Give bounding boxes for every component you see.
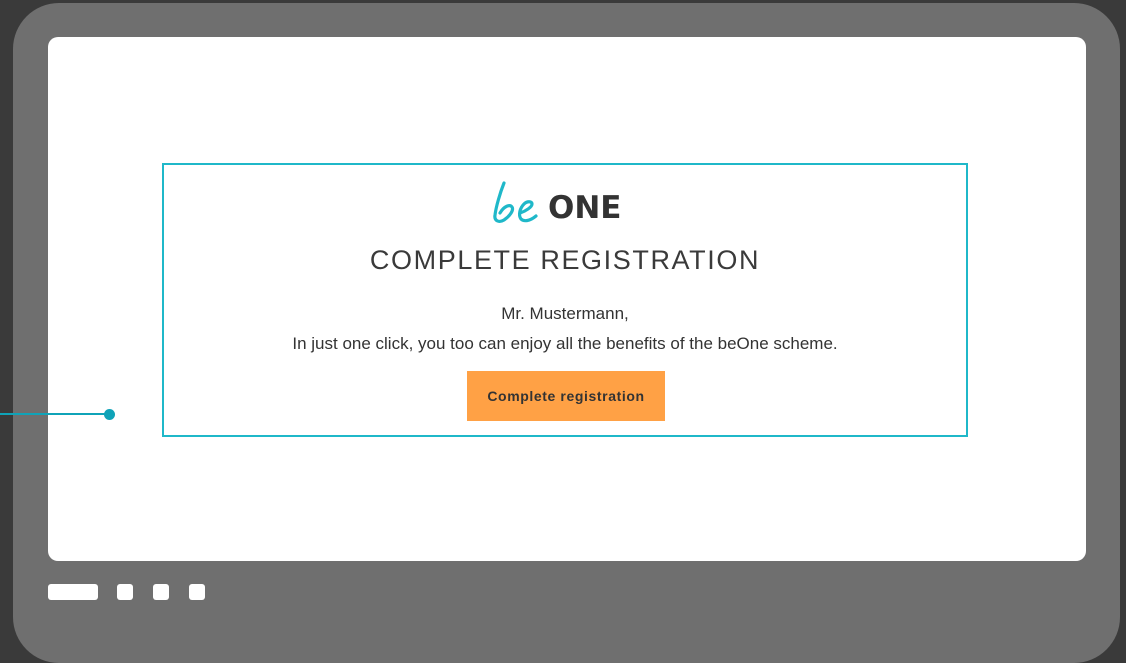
square-icon[interactable] — [189, 584, 205, 600]
complete-registration-button[interactable]: Complete registration — [467, 371, 665, 421]
screen: ONE COMPLETE REGISTRATION Mr. Mustermann… — [48, 37, 1086, 561]
callout-dot — [104, 409, 115, 420]
email-title: COMPLETE REGISTRATION — [369, 245, 761, 275]
square-icon[interactable] — [153, 584, 169, 600]
logo-wordmark: ONE — [548, 190, 621, 226]
email-card: ONE COMPLETE REGISTRATION Mr. Mustermann… — [162, 163, 968, 437]
beone-logo: ONE — [164, 179, 966, 229]
home-pill-icon[interactable] — [48, 584, 98, 600]
square-icon[interactable] — [117, 584, 133, 600]
email-body-text: In just one click, you too can enjoy all… — [292, 334, 838, 353]
salutation-text: Mr. Mustermann, — [501, 304, 629, 323]
beone-logo-icon: ONE — [493, 181, 621, 226]
callout-line — [0, 413, 108, 415]
